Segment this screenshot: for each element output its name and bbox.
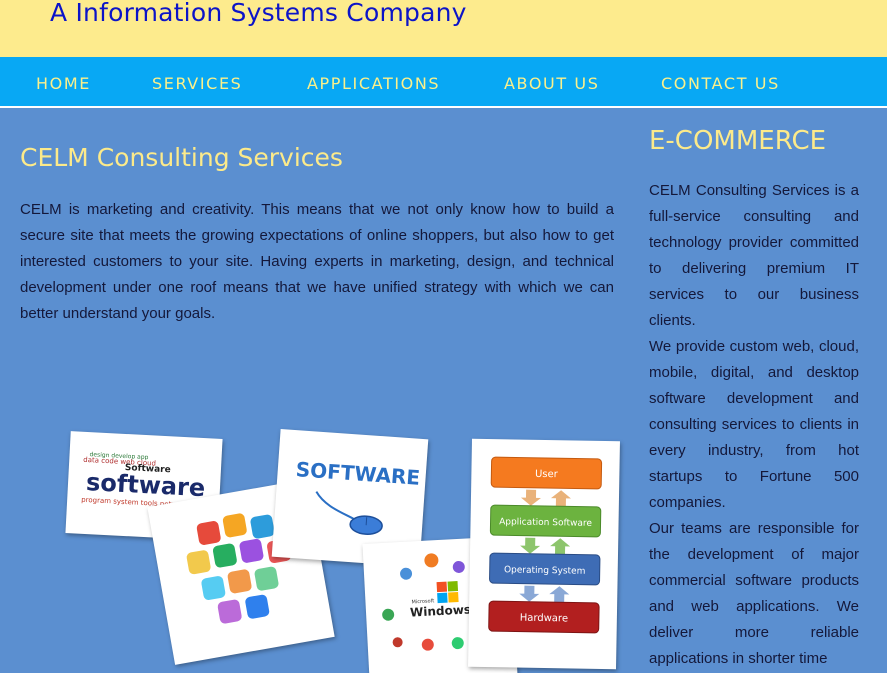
nav-services[interactable]: SERVICES: [152, 74, 242, 93]
nav-home[interactable]: HOME: [36, 74, 91, 93]
main-title: CELM Consulting Services: [20, 143, 343, 172]
nav-about-us[interactable]: ABOUT US: [504, 74, 599, 93]
software-layers-diagram-image: User Application Software Operating Syst…: [468, 438, 620, 670]
layer-hardware: Hardware: [520, 613, 568, 625]
mouse-icon: [349, 515, 383, 535]
sidebar-paragraph: Our teams are responsible for the develo…: [649, 520, 859, 667]
layer-operating-system: Operating System: [504, 565, 586, 576]
site-tagline: A Information Systems Company: [50, 0, 467, 27]
sidebar-paragraph: We provide custom web, cloud, mobile, di…: [649, 338, 859, 511]
software-card-word: SOFTWARE: [295, 457, 421, 490]
nav-applications[interactable]: APPLICATIONS: [307, 74, 440, 93]
main-nav: HOME SERVICES APPLICATIONS ABOUT US CONT…: [0, 57, 887, 108]
sidebar-paragraph: CELM Consulting Services is a full-servi…: [649, 182, 859, 329]
site-header: A Information Systems Company: [0, 0, 887, 57]
nav-contact-us[interactable]: CONTACT US: [661, 74, 780, 93]
main-paragraph: CELM is marketing and creativity. This m…: [20, 201, 614, 322]
sidebar-text: CELM Consulting Services is a full-servi…: [649, 178, 859, 672]
windows-logo-text: Windows: [410, 602, 472, 619]
sidebar-title: E-COMMERCE: [649, 126, 827, 156]
layer-application-software: Application Software: [499, 517, 592, 529]
layer-user: User: [535, 469, 559, 480]
